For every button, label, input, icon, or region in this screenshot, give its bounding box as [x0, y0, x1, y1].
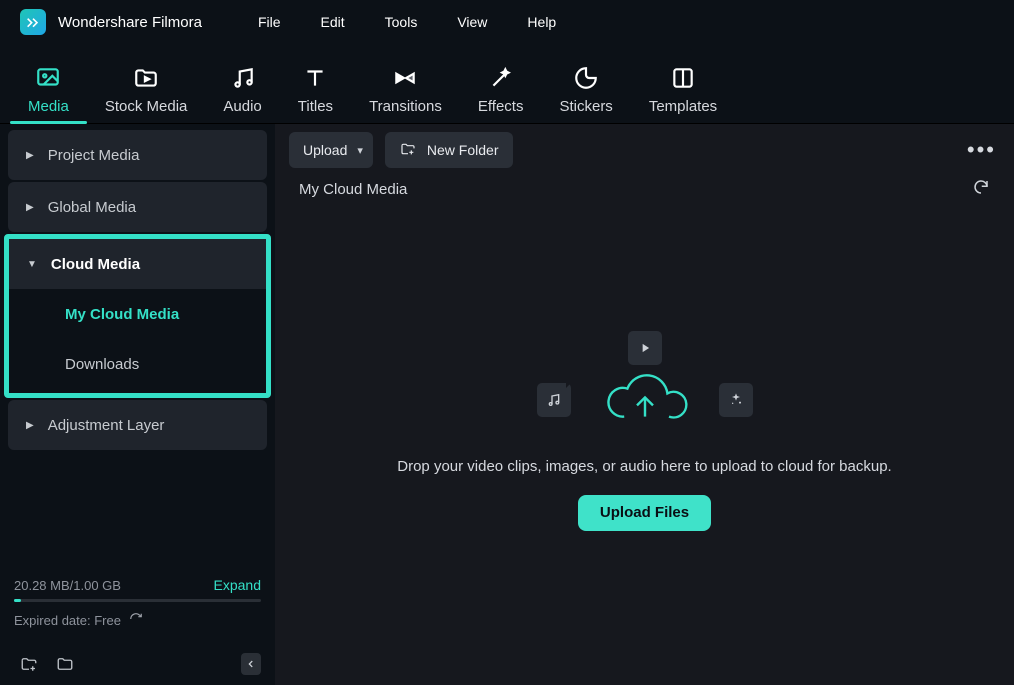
menu-view[interactable]: View [443, 10, 501, 34]
collapse-sidebar-button[interactable] [241, 653, 261, 675]
content-panel: Upload ▾ New Folder ••• My Cloud Media [275, 124, 1014, 685]
app-logo [20, 9, 46, 35]
tab-label: Titles [298, 98, 333, 115]
cloud-media-highlight: ▼ Cloud Media My Cloud Media Downloads [4, 234, 271, 398]
audio-file-icon [537, 383, 571, 417]
content-toolbar: Upload ▾ New Folder ••• [275, 124, 1014, 176]
sidebar-item-label: Downloads [65, 356, 139, 373]
tab-label: Stickers [559, 98, 612, 115]
chevron-right-icon: ▶ [26, 420, 34, 431]
tab-transitions[interactable]: Transitions [351, 64, 460, 123]
sticker-icon [572, 64, 600, 92]
folder-icon-button[interactable] [54, 654, 76, 674]
folder-plus-icon [399, 141, 417, 160]
menu-help[interactable]: Help [513, 10, 570, 34]
sidebar-item-my-cloud-media[interactable]: My Cloud Media [9, 289, 266, 339]
drop-text: Drop your video clips, images, or audio … [397, 458, 891, 475]
panel-header: My Cloud Media [275, 176, 1014, 208]
title-bar: Wondershare Filmora File Edit Tools View… [0, 0, 1014, 44]
tab-label: Templates [649, 98, 717, 115]
category-tabs: Media Stock Media Audio Titles Transitio… [0, 44, 1014, 124]
sidebar-item-label: Global Media [48, 199, 136, 216]
panel-title: My Cloud Media [299, 181, 407, 198]
sidebar-bottom [4, 643, 271, 679]
sidebar: ▶ Project Media ▶ Global Media ▼ Cloud M… [0, 124, 275, 685]
tab-label: Stock Media [105, 98, 188, 115]
menu-file[interactable]: File [244, 10, 295, 34]
tab-label: Audio [223, 98, 261, 115]
upload-button[interactable]: Upload ▾ [289, 132, 373, 168]
new-folder-icon-button[interactable] [18, 654, 40, 674]
chevron-right-icon: ▶ [26, 202, 34, 213]
transition-icon [391, 64, 419, 92]
image-icon [34, 64, 62, 92]
cloud-upload-icon [597, 363, 693, 438]
storage-progress [14, 599, 261, 602]
tab-titles[interactable]: Titles [280, 64, 351, 123]
more-button[interactable]: ••• [963, 137, 1000, 163]
refresh-icon[interactable] [129, 612, 143, 629]
refresh-button[interactable] [972, 178, 990, 200]
expired-date: Expired date: Free [14, 613, 121, 628]
chevron-down-icon: ▾ [357, 144, 363, 157]
video-file-icon [628, 331, 662, 365]
sidebar-item-label: Project Media [48, 147, 140, 164]
app-title: Wondershare Filmora [58, 14, 202, 31]
sidebar-item-adjustment-layer[interactable]: ▶ Adjustment Layer [8, 400, 267, 450]
sidebar-item-project-media[interactable]: ▶ Project Media [8, 130, 267, 180]
upload-files-button[interactable]: Upload Files [578, 495, 711, 531]
button-label: New Folder [427, 142, 499, 158]
tab-stock-media[interactable]: Stock Media [87, 64, 206, 123]
tab-stickers[interactable]: Stickers [541, 64, 630, 123]
new-folder-button[interactable]: New Folder [385, 132, 513, 168]
workspace: ▶ Project Media ▶ Global Media ▼ Cloud M… [0, 124, 1014, 685]
sidebar-item-downloads[interactable]: Downloads [9, 339, 266, 389]
cloud-illustration [537, 363, 753, 438]
sparkle-file-icon [719, 383, 753, 417]
tab-audio[interactable]: Audio [205, 64, 279, 123]
menu-edit[interactable]: Edit [307, 10, 359, 34]
sidebar-item-global-media[interactable]: ▶ Global Media [8, 182, 267, 232]
tab-label: Effects [478, 98, 524, 115]
tab-label: Transitions [369, 98, 442, 115]
layout-icon [669, 64, 697, 92]
tab-templates[interactable]: Templates [631, 64, 735, 123]
tab-effects[interactable]: Effects [460, 64, 542, 123]
storage-usage: 20.28 MB/1.00 GB [14, 578, 121, 593]
sidebar-item-cloud-media[interactable]: ▼ Cloud Media [9, 239, 266, 289]
expand-link[interactable]: Expand [214, 577, 261, 593]
tab-media[interactable]: Media [10, 64, 87, 123]
sidebar-item-label: My Cloud Media [65, 306, 179, 323]
music-icon [229, 64, 257, 92]
menu-tools[interactable]: Tools [371, 10, 432, 34]
chevron-right-icon: ▶ [26, 150, 34, 161]
folder-icon [132, 64, 160, 92]
drop-zone[interactable]: Drop your video clips, images, or audio … [275, 208, 1014, 685]
tab-label: Media [28, 98, 69, 115]
chevron-down-icon: ▼ [27, 259, 37, 270]
storage-widget: 20.28 MB/1.00 GB Expand Expired date: Fr… [14, 577, 261, 629]
sidebar-item-label: Cloud Media [51, 256, 140, 273]
wand-icon [487, 64, 515, 92]
sidebar-item-label: Adjustment Layer [48, 417, 165, 434]
text-icon [301, 64, 329, 92]
button-label: Upload [303, 142, 347, 158]
